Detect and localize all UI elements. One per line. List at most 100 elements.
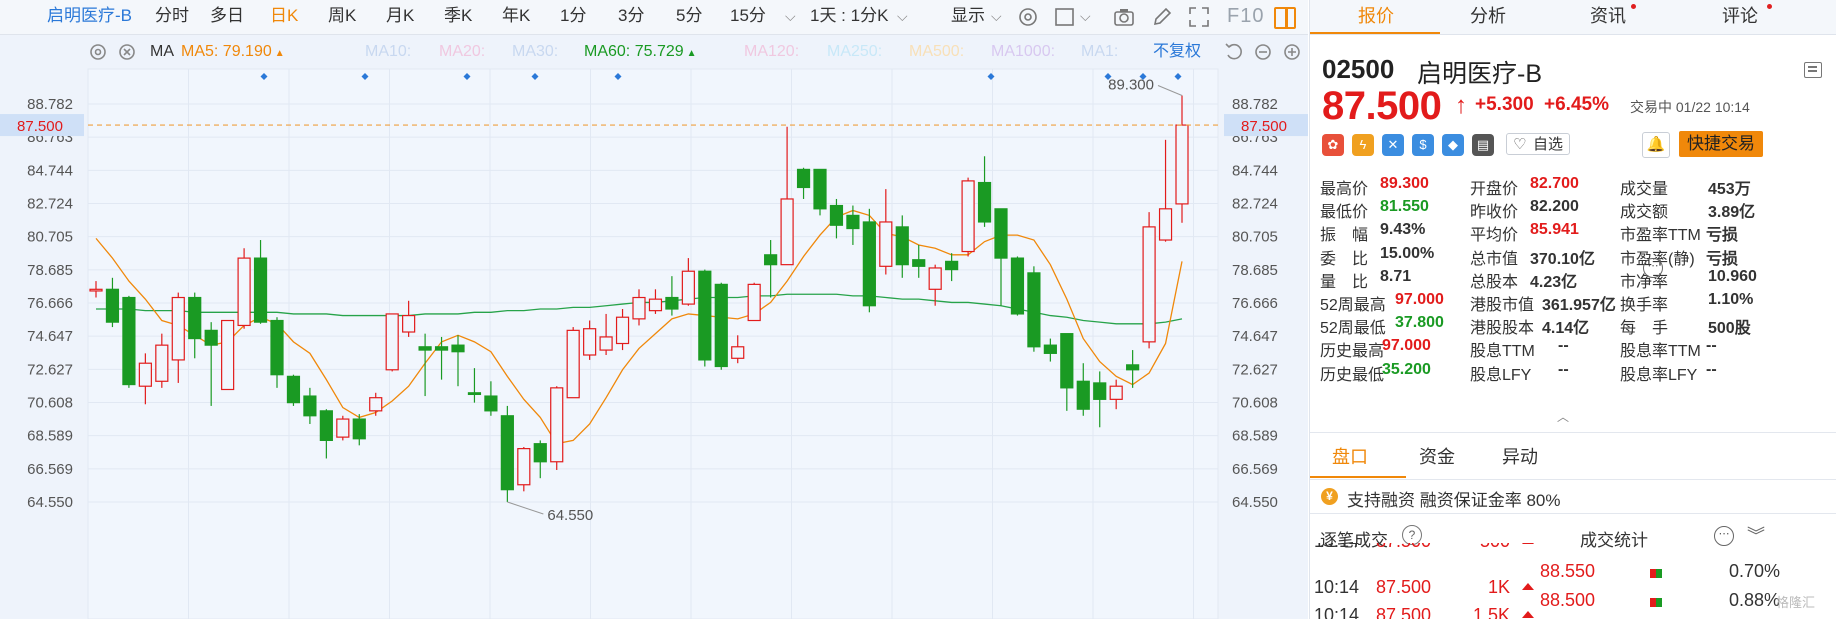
y-tick-label-left: 84.744 [27,162,73,179]
candle-body-down [204,329,218,346]
candle-body-down [1126,364,1140,371]
display-menu[interactable]: 显示 [951,0,985,34]
candle-body-down [945,260,959,271]
more-menu-icon[interactable]: ⋯ [1714,526,1734,546]
rectangle-tool-icon[interactable] [1053,5,1077,29]
period-weekly-k[interactable]: 周K [328,0,356,34]
quote-value: -- [1706,360,1717,378]
candle-body-down [286,375,301,404]
candle-body-down [764,254,778,266]
subtab-alerts[interactable]: 异动 [1502,443,1538,469]
margin-coin-icon: ¥ [1321,488,1338,505]
price-change: +5.300 [1475,94,1534,115]
subtab-capital-flow[interactable]: 资金 [1419,443,1455,469]
margin-info: ¥ 支持融资 融资保证金率 80% [1310,479,1836,514]
subtab-order-book[interactable]: 盘口 [1332,443,1368,469]
candle-body-up [615,316,630,345]
candle-body-up [517,448,531,486]
fullscreen-icon[interactable] [1187,5,1211,29]
rectangle-chevron-icon[interactable]: ⌵ [1080,0,1091,34]
stock-code: 02500 [1322,54,1395,84]
period-15min[interactable]: 15分 [730,0,766,34]
y-tick-label-right: 82.724 [1232,196,1278,213]
hk-flag-icon[interactable]: ✿ [1322,134,1344,156]
quote-value: 89.300 [1380,175,1429,192]
candle-body-down [484,395,498,412]
period-3min[interactable]: 3分 [618,0,644,34]
f10-button[interactable]: F10 [1227,0,1264,34]
period-5min[interactable]: 5分 [676,0,702,34]
candle-body-up [89,288,103,292]
period-monthly-k[interactable]: 月K [386,0,414,34]
quote-value: 亏损 [1706,227,1739,245]
tab-quote[interactable]: 报价 [1358,0,1394,34]
low-marker-label: 64.550 [547,507,593,524]
lightning-icon[interactable]: ϟ [1352,134,1374,156]
panel-toggle-icon[interactable] [1274,7,1296,29]
candle-body-down [1027,272,1041,348]
quote-value: 97.000 [1382,337,1431,355]
candle-body-up [632,296,646,320]
quote-label: 股息TTM [1470,343,1535,361]
quote-panel: 报价 分析 资讯 评论 02500 启明医疗-B 87.500 ↑ +5.300… [1309,0,1836,619]
candle-body-down [1076,380,1090,410]
tag-icon[interactable]: ◆ [1442,134,1464,156]
quote-value: 8.71 [1380,267,1412,285]
subtab-active-underline [1310,476,1406,478]
candle-body-up [237,257,251,327]
display-chevron-icon[interactable]: ⌵ [991,0,1002,34]
quote-value: -- [1558,360,1569,378]
exchange-icon[interactable]: ✕ [1382,134,1404,156]
gear-icon[interactable] [1016,5,1040,29]
tab-analysis[interactable]: 分析 [1470,0,1506,34]
watermark-logo: 格隆汇 [1776,595,1816,610]
more-options-icon[interactable]: ⋯ [1643,258,1663,278]
trade-volume: 1.5K [1472,605,1510,619]
quote-value: 361.957亿 [1542,297,1616,314]
stats-price: 88.500 [1540,590,1596,610]
list-view-icon[interactable] [1804,62,1822,78]
quote-value: 4.23亿 [1530,273,1578,291]
candlestick-chart[interactable]: 88.782 88.78286.763 86.76384.744 84.74482.7… [0,35,1308,619]
stats-row: 88.550 0.70% [1540,561,1836,587]
candle-body-down [1093,382,1107,400]
bell-icon[interactable]: 🔔 [1642,132,1670,158]
period-multi-day[interactable]: 多日 [210,0,244,34]
dollar-icon[interactable]: $ [1412,134,1434,156]
note-icon[interactable]: ▤ [1472,134,1494,156]
tab-news[interactable]: 资讯 [1590,0,1636,34]
candle-body-down [714,283,728,368]
y-tick-label-right: 70.608 [1232,395,1278,412]
kline-chart-area[interactable]: MA MA5: 79.190 ▲ MA10: MA20: MA30: MA60: … [0,35,1308,619]
quick-trade-button[interactable]: 快捷交易 [1679,131,1763,157]
expand-chevron-icon[interactable]: ︾ [1747,522,1765,548]
candle-body-down [862,221,876,307]
trade-row: 10:14 87.500 1K [1310,577,1560,603]
period-quarterly-k[interactable]: 季K [444,0,472,34]
add-watchlist-button[interactable]: ♡ 自选 [1506,133,1570,155]
candle-body-up [1175,124,1189,205]
stock-title[interactable]: 启明医疗-B [47,0,132,34]
quote-label: 每 手 [1620,320,1669,338]
period-intraday[interactable]: 分时 [155,0,189,34]
tab-comments[interactable]: 评论 [1722,0,1772,34]
period-dropdown-chevron-icon[interactable]: ⌵ [785,0,796,34]
app-window: 启明医疗-B 分时 多日 日K 周K 月K 季K 年K 1分 3分 5分 15分… [0,0,1836,619]
quote-value: 4.14亿 [1542,320,1590,338]
pencil-icon[interactable] [1150,5,1174,29]
camera-icon[interactable] [1112,5,1136,29]
collapse-chevron-icon[interactable]: ︿ [1557,408,1569,425]
custom-dropdown-chevron-icon[interactable]: ⌵ [897,0,908,34]
candle-body-down [434,346,449,351]
quote-label: 振 幅 [1320,227,1369,245]
trade-row: 10:14 87.500 500 [1310,543,1560,557]
help-icon[interactable]: ? [1402,525,1422,545]
tab-comments-dot [1767,4,1772,9]
period-1min[interactable]: 1分 [560,0,586,34]
candle-body-down [533,443,547,463]
stats-title[interactable]: 成交统计 [1580,526,1648,551]
period-daily-k[interactable]: 日K [270,0,298,34]
period-yearly-k[interactable]: 年K [502,0,530,34]
candle-body-up [648,298,663,312]
period-custom-select[interactable]: 1天 : 1分K [810,0,888,34]
